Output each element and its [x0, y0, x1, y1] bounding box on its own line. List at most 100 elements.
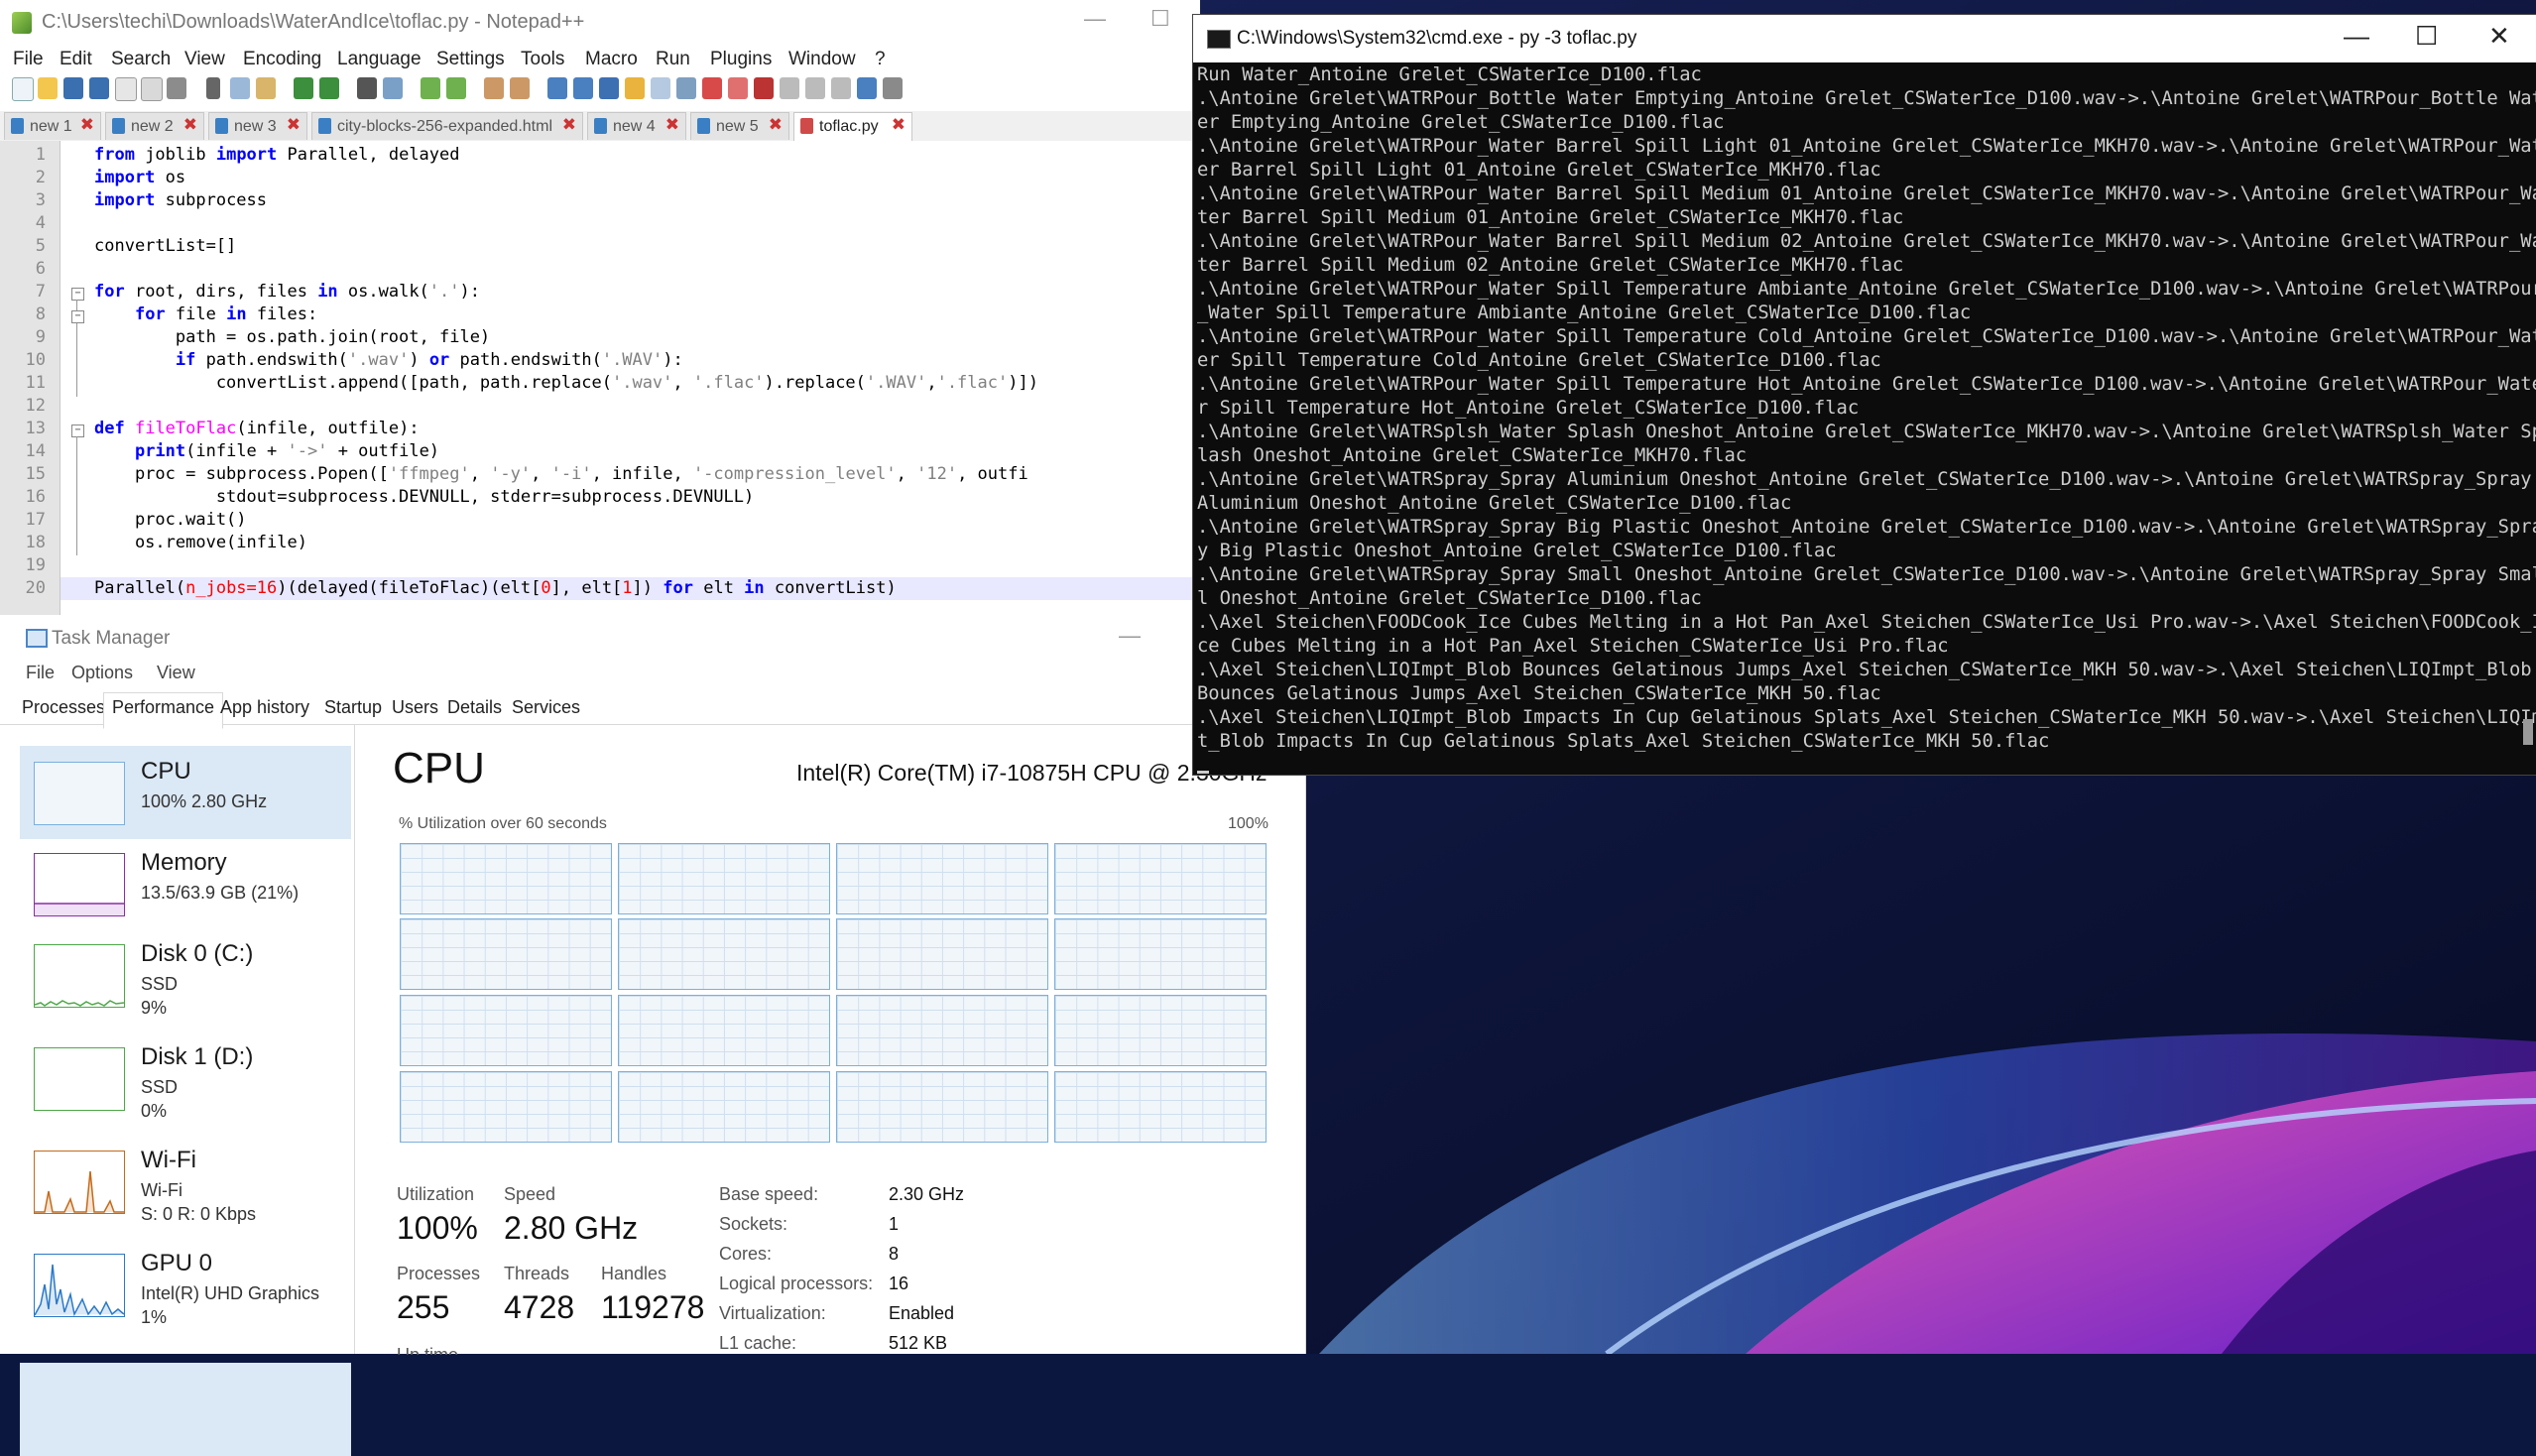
menu-view[interactable]: View — [157, 663, 195, 683]
zoom-out-icon[interactable] — [446, 77, 466, 99]
fold-marker-icon[interactable]: − — [71, 288, 84, 301]
menu-view[interactable]: View — [184, 49, 225, 70]
udl-icon[interactable] — [625, 77, 645, 99]
maximize-icon[interactable]: ☐ — [1150, 6, 1170, 32]
console-output[interactable]: Run Water_Antoine Grelet_CSWaterIce_D100… — [1193, 62, 2536, 775]
line-number: 15 — [25, 464, 46, 484]
find-icon[interactable] — [357, 77, 377, 99]
open-file-icon[interactable] — [38, 77, 58, 99]
sidebar-item-detail: 100% 2.80 GHz — [141, 791, 268, 811]
doc-map-icon[interactable] — [651, 77, 670, 99]
toolbar-extra-icon[interactable] — [883, 77, 903, 99]
cmd-titlebar[interactable]: C:\Windows\System32\cmd.exe - py -3 tofl… — [1193, 15, 2536, 62]
menu-plugins[interactable]: Plugins — [710, 49, 772, 70]
menu-options[interactable]: Options — [71, 663, 133, 683]
tab-new-4[interactable]: new 4 ✖ — [587, 112, 686, 140]
menu-language[interactable]: Language — [337, 49, 422, 70]
fold-marker-icon[interactable]: − — [71, 425, 84, 437]
sync-horizontal-icon[interactable] — [510, 77, 530, 99]
tab-startup[interactable]: Startup — [324, 697, 382, 718]
minimize-icon[interactable]: — — [1084, 6, 1106, 32]
menu-help[interactable]: ? — [875, 49, 886, 70]
memory-thumbnail-graph — [34, 853, 125, 916]
tab-new-2[interactable]: new 2 ✖ — [105, 112, 204, 140]
core-graph-12 — [1054, 995, 1267, 1066]
menu-file[interactable]: File — [13, 49, 44, 70]
print-icon[interactable] — [167, 77, 186, 99]
speed-label: Speed — [504, 1184, 556, 1204]
paste-icon[interactable] — [256, 77, 276, 99]
close-tab-icon[interactable]: ✖ — [183, 115, 197, 135]
tab-app-history[interactable]: App history — [220, 697, 309, 718]
sync-vertical-icon[interactable] — [484, 77, 504, 99]
run-macro-multiple-icon[interactable] — [831, 77, 851, 99]
sidebar-item-title: Disk 0 (C:) — [141, 940, 254, 967]
menu-settings[interactable]: Settings — [436, 49, 505, 70]
menu-file[interactable]: File — [26, 663, 55, 683]
replace-icon[interactable] — [383, 77, 403, 99]
close-tab-icon[interactable]: ✖ — [287, 115, 301, 135]
task-manager-titlebar[interactable]: Task Manager — — [0, 617, 1305, 657]
menu-macro[interactable]: Macro — [585, 49, 638, 70]
save-macro-icon[interactable] — [857, 77, 877, 99]
sidebar-item-gpu-0[interactable]: GPU 0 Intel(R) UHD Graphics 1% — [20, 1238, 351, 1331]
sidebar-item-memory[interactable]: Memory 13.5/63.9 GB (21%) — [20, 837, 351, 930]
close-tab-icon[interactable]: ✖ — [769, 115, 783, 135]
folder-as-workspace-icon[interactable] — [702, 77, 722, 99]
code-editor[interactable]: 1 2 3 4 5 6 7 8 9 10 11 12 13 14 15 16 1… — [0, 141, 1200, 615]
close-icon[interactable]: ✕ — [2488, 21, 2510, 52]
function-list-icon[interactable] — [676, 77, 696, 99]
sidebar-item-disk-1[interactable]: Disk 1 (D:) SSD 0% — [20, 1031, 351, 1125]
fold-marker-icon[interactable]: − — [71, 310, 84, 323]
show-all-chars-icon[interactable] — [573, 77, 593, 99]
menu-encoding[interactable]: Encoding — [243, 49, 321, 70]
minimize-icon[interactable]: — — [2344, 21, 2369, 52]
tab-new-5[interactable]: new 5 ✖ — [690, 112, 789, 140]
sidebar-item-wifi[interactable]: Wi-Fi Wi-Fi S: 0 R: 0 Kbps — [20, 1135, 351, 1228]
play-macro-icon[interactable] — [805, 77, 825, 99]
sidebar-item-cpu[interactable]: CPU 100% 2.80 GHz — [20, 746, 351, 839]
sidebar-item-disk-0[interactable]: Disk 0 (C:) SSD 9% — [20, 928, 351, 1022]
tab-city-blocks[interactable]: city-blocks-256-expanded.html ✖ — [311, 112, 583, 140]
tab-details[interactable]: Details — [447, 697, 502, 718]
copy-icon[interactable] — [230, 77, 250, 99]
tab-new-3[interactable]: new 3 ✖ — [208, 112, 307, 140]
indent-guide-icon[interactable] — [599, 77, 619, 99]
prop-base-speed-value: 2.30 GHz — [889, 1184, 965, 1204]
save-all-icon[interactable] — [89, 77, 109, 99]
console-line: .\Antoine Grelet\WATRPour_Water Spill Te… — [1197, 374, 2536, 395]
save-icon[interactable] — [63, 77, 83, 99]
tab-processes[interactable]: Processes — [22, 697, 105, 718]
undo-icon[interactable] — [294, 77, 313, 99]
prop-base-speed-label: Base speed: — [719, 1184, 819, 1204]
minimize-icon[interactable]: — — [1119, 623, 1141, 649]
maximize-icon[interactable]: ☐ — [2415, 21, 2438, 52]
menu-search[interactable]: Search — [111, 49, 171, 70]
close-tab-icon[interactable]: ✖ — [665, 115, 679, 135]
code-line-11: convertList.append([path, path.replace('… — [94, 373, 1038, 393]
tab-toflac-py[interactable]: toflac.py ✖ — [793, 112, 912, 142]
menu-window[interactable]: Window — [788, 49, 856, 70]
menu-tools[interactable]: Tools — [521, 49, 564, 70]
redo-icon[interactable] — [319, 77, 339, 99]
utilization-value: 100% — [397, 1210, 478, 1246]
close-tab-icon[interactable]: ✖ — [562, 115, 576, 135]
record-macro-icon[interactable] — [754, 77, 774, 99]
notepadpp-titlebar[interactable]: C:\Users\techi\Downloads\WaterAndIce\tof… — [0, 0, 1200, 46]
new-file-icon[interactable] — [12, 77, 34, 101]
zoom-in-icon[interactable] — [421, 77, 440, 99]
tab-users[interactable]: Users — [392, 697, 438, 718]
tab-new-1[interactable]: new 1 ✖ — [4, 112, 101, 140]
close-all-icon[interactable] — [141, 77, 163, 101]
close-tab-icon[interactable]: ✖ — [892, 115, 906, 135]
cut-icon[interactable] — [206, 77, 220, 99]
monitoring-icon[interactable] — [728, 77, 748, 99]
stop-macro-icon[interactable] — [780, 77, 799, 99]
menu-edit[interactable]: Edit — [60, 49, 92, 70]
close-file-icon[interactable] — [115, 77, 137, 101]
menu-run[interactable]: Run — [656, 49, 690, 70]
tab-services[interactable]: Services — [512, 697, 580, 718]
close-tab-icon[interactable]: ✖ — [80, 115, 94, 135]
word-wrap-icon[interactable] — [547, 77, 567, 99]
console-scrollbar-thumb[interactable] — [2523, 719, 2533, 745]
